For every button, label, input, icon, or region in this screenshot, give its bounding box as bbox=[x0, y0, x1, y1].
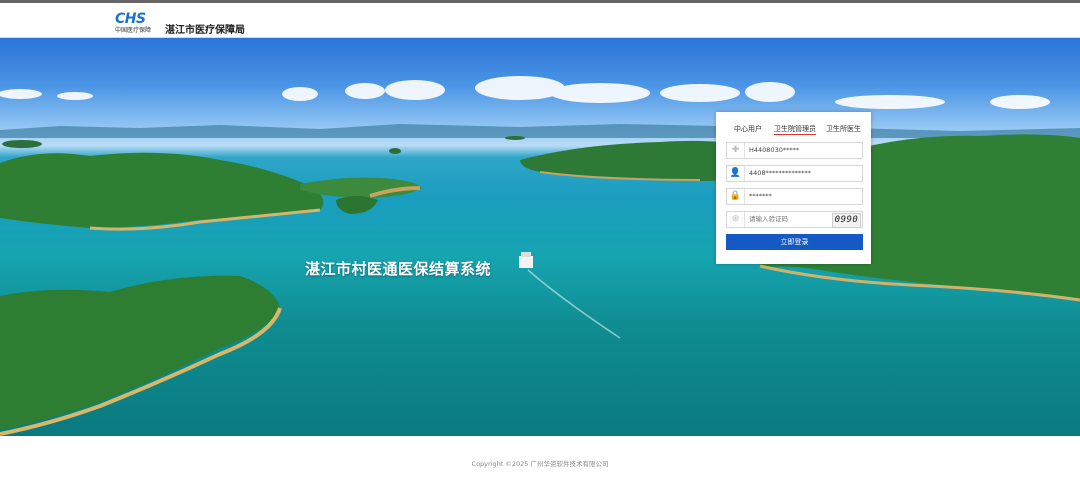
plus-icon: ✚ bbox=[727, 143, 745, 158]
logo-mark: CHS bbox=[115, 11, 146, 27]
captcha-field: ⊛ 0990 bbox=[726, 211, 863, 228]
chs-logo: CHS 中国医疗保障 bbox=[115, 12, 155, 38]
account-field[interactable]: 👤 4408************** bbox=[726, 165, 863, 182]
tab-clinic-admin[interactable]: 卫生院管理员 bbox=[774, 124, 816, 135]
org-code-field[interactable]: ✚ H4408030***** bbox=[726, 142, 863, 159]
tab-center-user[interactable]: 中心用户 bbox=[734, 124, 762, 134]
password-field[interactable]: 🔒 ******* bbox=[726, 188, 863, 205]
login-button[interactable]: 立即登录 bbox=[726, 234, 863, 250]
user-icon: 👤 bbox=[727, 166, 745, 181]
org-code-value: H4408030***** bbox=[749, 146, 800, 154]
hero-banner: 湛江市村医通医保结算系统 bbox=[0, 38, 1080, 436]
shield-icon: ⊛ bbox=[727, 212, 745, 227]
footer-copyright: Copyright ©2025 广州华资软件技术有限公司 bbox=[471, 460, 609, 468]
tab-clinic-doctor[interactable]: 卫生所医生 bbox=[826, 124, 861, 134]
captcha-input[interactable] bbox=[749, 213, 829, 225]
org-name: 湛江市医疗保障局 bbox=[165, 25, 245, 36]
password-value: ******* bbox=[749, 192, 772, 200]
header: CHS 中国医疗保障 湛江市医疗保障局 bbox=[0, 3, 1080, 38]
login-panel: 中心用户 卫生院管理员 卫生所医生 ✚ H4408030***** 👤 4408… bbox=[716, 112, 871, 264]
lake-landscape-illustration bbox=[0, 76, 1080, 436]
account-value: 4408************** bbox=[749, 169, 812, 177]
lock-icon: 🔒 bbox=[727, 189, 745, 204]
captcha-image[interactable]: 0990 bbox=[832, 213, 861, 228]
logo-subtitle: 中国医疗保障 bbox=[115, 27, 152, 34]
system-title: 湛江市村医通医保结算系统 bbox=[305, 260, 492, 278]
login-tabs: 中心用户 卫生院管理员 卫生所医生 bbox=[716, 124, 871, 138]
